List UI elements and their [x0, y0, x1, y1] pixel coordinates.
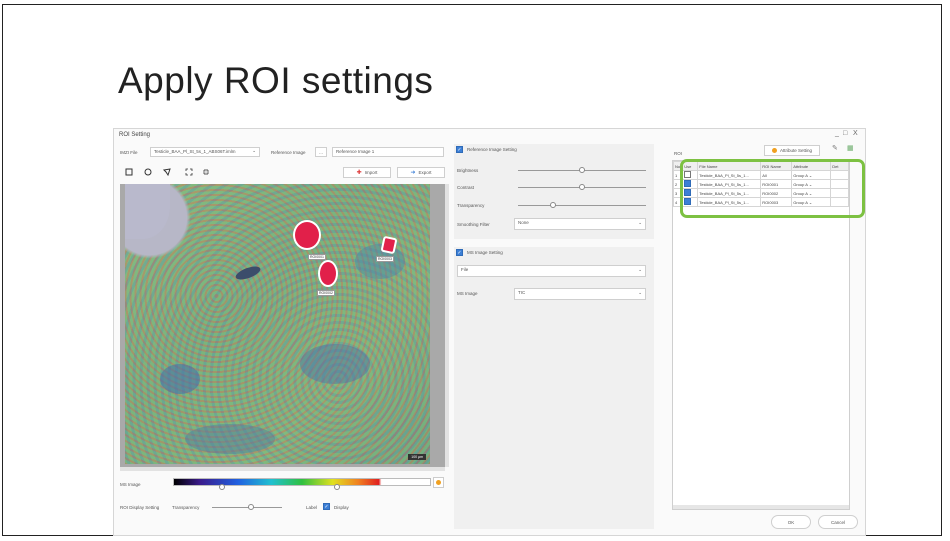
attribute-icon — [771, 148, 777, 153]
rectangle-tool-icon[interactable] — [123, 167, 134, 177]
imzml-file-value: Testicle_BAA_Pl_St_5s_1_ABS06T.imlm — [154, 149, 236, 154]
grid-icon[interactable]: ▦ — [847, 144, 854, 152]
import-button[interactable]: ✚ Import — [343, 167, 391, 178]
image-viewer[interactable]: ROI0001 ROI0002 ROI0003 100 µm — [120, 184, 445, 467]
ref-transparency-slider[interactable] — [518, 205, 646, 206]
display-checkbox[interactable]: ✓ — [323, 503, 330, 510]
export-button[interactable]: ➜ Export — [397, 167, 445, 178]
ms-image-checkbox[interactable]: ✓ — [456, 249, 463, 256]
reference-browse-button[interactable]: ... — [315, 147, 327, 157]
ref-transparency-knob[interactable] — [550, 202, 556, 208]
close-button[interactable]: X — [853, 130, 858, 137]
ellipse-tool-icon[interactable] — [142, 167, 153, 177]
scale-bar: 100 µm — [408, 454, 426, 460]
blue-region — [300, 344, 370, 384]
slide-title: Apply ROI settings — [118, 60, 434, 101]
reference-image-checkbox[interactable]: ✓ — [456, 146, 463, 153]
export-icon: ➜ — [410, 170, 416, 176]
roi-label: ROI0002 — [317, 290, 336, 296]
roi-transparency-slider[interactable] — [212, 507, 282, 508]
ms-mode-select[interactable]: File ⌄ — [457, 265, 646, 277]
roi-label: ROI0001 — [308, 254, 327, 260]
horizontal-scrollbar[interactable] — [120, 467, 445, 471]
vertical-scrollbar[interactable] — [445, 184, 449, 467]
colorbar-min-handle[interactable] — [219, 484, 225, 490]
reference-image-field[interactable]: Reference Image 1 — [332, 147, 444, 157]
dark-feature — [234, 263, 262, 283]
chevron-down-icon: ⌄ — [638, 220, 642, 225]
chevron-down-icon: ⌄ — [252, 148, 256, 153]
label-label: Label — [306, 505, 318, 510]
roi-grid-title: ROI — [674, 151, 683, 156]
reference-image-label: Reference Image — [271, 150, 306, 155]
grid-horizontal-scrollbar[interactable] — [673, 505, 849, 509]
roi-shape[interactable] — [318, 260, 338, 287]
blue-region — [185, 424, 275, 454]
zoom-in-icon[interactable] — [183, 167, 194, 177]
chevron-down-icon: ⌄ — [638, 267, 642, 272]
roi-table-highlight — [680, 159, 865, 218]
import-label: Import — [364, 170, 378, 175]
ms-image-value: TIC — [518, 290, 526, 295]
blue-region — [160, 364, 200, 394]
smoothing-filter-select[interactable]: None ⌄ — [514, 218, 646, 230]
colorbar-max-handle[interactable] — [334, 484, 340, 490]
zoom-fit-icon[interactable] — [200, 167, 211, 177]
ms-image-select-label: MS Image — [457, 291, 478, 296]
roi-label: ROI0003 — [376, 256, 395, 262]
edit-icon[interactable]: ✎ — [832, 144, 838, 152]
ok-button[interactable]: OK — [771, 515, 811, 529]
roi-transparency-knob[interactable] — [248, 504, 254, 510]
background-region — [125, 184, 170, 239]
smoothing-filter-label: Smoothing Filter — [457, 222, 490, 227]
tissue-image: ROI0001 ROI0002 ROI0003 100 µm — [125, 184, 430, 464]
import-icon: ✚ — [356, 170, 362, 176]
ref-transparency-label: Transparency — [457, 203, 485, 208]
contrast-knob[interactable] — [579, 184, 585, 190]
imzml-file-select[interactable]: Testicle_BAA_Pl_St_5s_1_ABS06T.imlm ⌄ — [150, 147, 260, 157]
roi-shape[interactable] — [293, 220, 321, 250]
colormap-settings-button[interactable] — [433, 477, 444, 488]
ms-image-panel: ✓ MS Image Setting File ⌄ MS Image TIC ⌄ — [454, 247, 654, 529]
smoothing-filter-value: None — [518, 220, 529, 225]
ms-image-label: MS Image — [120, 482, 141, 487]
polygon-tool-icon[interactable] — [161, 167, 172, 177]
reference-image-setting-title: Reference Image Setting — [467, 147, 517, 152]
ms-image-select[interactable]: TIC ⌄ — [514, 288, 646, 300]
ms-mode-value: File — [461, 267, 469, 272]
attribute-setting-label: Attribute Setting — [779, 148, 813, 153]
brightness-knob[interactable] — [579, 167, 585, 173]
roi-display-setting-label: ROI Display Setting — [120, 505, 160, 510]
transparency-label: Transparency — [172, 505, 200, 510]
display-label: Display — [334, 505, 349, 510]
window-title: ROI Setting — [119, 132, 151, 138]
ms-intensity-colorbar — [173, 478, 431, 486]
cancel-button[interactable]: Cancel — [818, 515, 858, 529]
imzml-file-label: IMZI File — [120, 150, 138, 155]
export-label: Export — [418, 170, 432, 175]
chevron-down-icon: ⌄ — [638, 290, 642, 295]
palette-icon — [436, 480, 441, 485]
slide: Apply ROI settings ROI Setting _ □ X IMZ… — [0, 0, 950, 541]
brightness-label: Brightness — [457, 168, 479, 173]
maximize-button[interactable]: □ — [843, 130, 847, 137]
reference-image-panel: ✓ Reference Image Setting Brightness Con… — [454, 144, 654, 239]
ms-image-setting-title: MS Image Setting — [467, 250, 503, 255]
attribute-setting-button[interactable]: Attribute Setting — [764, 145, 820, 156]
minimize-button[interactable]: _ — [835, 130, 839, 137]
contrast-label: Contrast — [457, 185, 475, 190]
